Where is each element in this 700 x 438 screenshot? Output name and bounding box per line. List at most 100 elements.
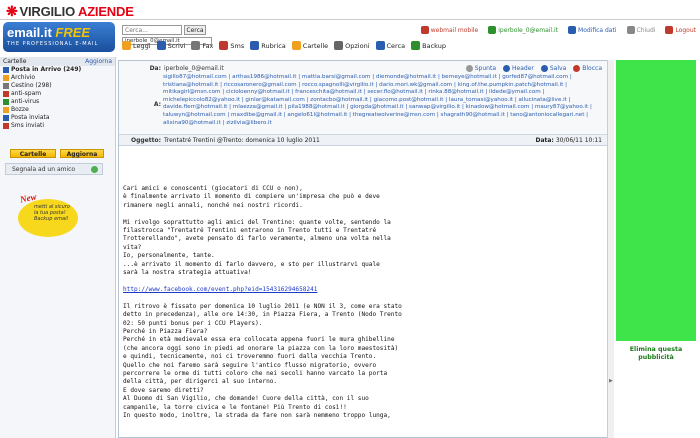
brand-logo[interactable]: ❋ VIRGILIO AZIENDE <box>6 3 134 20</box>
folder-icon <box>3 99 9 105</box>
toplink-user[interactable]: iperbole_0@email.it <box>488 26 558 34</box>
toolbar-label: Rubrica <box>261 41 286 50</box>
block-icon <box>573 65 581 72</box>
toolbar-sms-button[interactable]: Sms <box>219 41 244 50</box>
write-icon <box>156 41 166 50</box>
recipients-list[interactable]: sigillo87@hotmail.com | arthas1986@hotma… <box>163 74 605 132</box>
search-input[interactable] <box>122 25 182 35</box>
toplink-logout[interactable]: Logout <box>665 26 696 34</box>
folders-icon <box>291 41 301 50</box>
folder-icon <box>3 91 9 97</box>
toplink-label: Modifica dati <box>578 26 617 34</box>
date-field: Data: 30/06/11 10:11 <box>535 137 602 144</box>
add-icon <box>91 166 98 173</box>
event-link[interactable]: http://www.facebook.com/event.php?eid=15… <box>123 286 438 294</box>
folder-label: Cestino (298) <box>11 82 52 89</box>
folder-icon <box>3 67 9 73</box>
body-line: è finalmente arrivato il momento di comp… <box>123 193 380 201</box>
sidebar-folder[interactable]: Archivio <box>0 74 115 82</box>
sidebar-folder[interactable]: Sms inviati <box>0 122 115 130</box>
toolbar-cerca-button[interactable]: Cerca <box>375 41 406 50</box>
body-line: E dove saremo diretti? <box>123 386 204 394</box>
logo-tagline: THE PROFESSIONAL E-MAIL <box>7 41 99 47</box>
toolbar-rubrica-button[interactable]: Rubrica <box>250 41 286 50</box>
sidebar-folder[interactable]: anti-virus <box>0 98 115 106</box>
refresh-button[interactable]: Aggiorna <box>60 149 104 158</box>
remove-ad-link[interactable]: Elimina questa pubblicità <box>616 346 696 362</box>
sidebar-folder[interactable]: Posta in Arrivo (249) <box>0 66 115 74</box>
body-line: (che ancora oggi sono in piedi ad onorar… <box>123 344 399 352</box>
search-button[interactable]: Cerca <box>184 25 206 35</box>
action-label: Header <box>512 65 534 72</box>
toplink-label: iperbole_0@email.it <box>498 26 559 34</box>
body-line: Trotterellando", avete pensato di farlo … <box>123 235 391 243</box>
toolbar-cartelle-button[interactable]: Cartelle <box>291 41 328 50</box>
scroll-arrow-icon[interactable]: ▶ <box>609 378 613 384</box>
toolbar-fax-button[interactable]: Fax <box>191 41 213 50</box>
body-line: Io, personalmente, tante. <box>123 252 215 260</box>
message-actions: Spunta Header Salva Blocca <box>465 65 602 72</box>
toolbar-opzioni-button[interactable]: Opzioni <box>334 41 370 50</box>
toolbar-label: Opzioni <box>345 41 370 50</box>
date-value: 30/06/11 10:11 <box>555 137 602 144</box>
folders-header: Cartelle Aggiorna <box>0 57 115 66</box>
spunta-button[interactable]: Spunta <box>465 65 496 72</box>
sidebar-folder[interactable]: Cestino (298) <box>0 82 115 90</box>
toolbar-label: Scrivi <box>167 41 186 50</box>
read-icon <box>122 41 131 50</box>
body-line: Mi rivolgo soprattutto agli amici del Tr… <box>123 218 391 226</box>
emailit-logo[interactable]: email.it FREE THE PROFESSIONAL E-MAIL <box>3 22 115 52</box>
toolbar-label: Backup <box>422 41 446 50</box>
body-line: vita? <box>123 243 142 251</box>
folders-refresh-link[interactable]: Aggiorna <box>85 57 112 66</box>
folder-label: anti-spam <box>11 90 42 97</box>
folders-title: Cartelle <box>3 58 27 65</box>
blocca-button[interactable]: Blocca <box>573 65 602 72</box>
salva-button[interactable]: Salva <box>540 65 567 72</box>
toolbar-label: Sms <box>230 41 245 50</box>
folders-button[interactable]: Cartelle <box>10 149 56 158</box>
body-line: sarà la nostra strategia attuativa! <box>123 269 252 277</box>
body-line: Perché in età medievale essa era colloca… <box>123 336 395 344</box>
phone-icon <box>420 26 429 34</box>
message-scrollbar[interactable]: ▶ <box>607 60 614 438</box>
folder-icon <box>3 75 9 81</box>
message-body: Cari amici e conoscenti (giocatori di CC… <box>123 185 438 420</box>
virgilio-mark-icon: ❋ <box>6 3 18 19</box>
toplink-close[interactable]: Chiudi <box>626 26 655 34</box>
top-bar: ❋ VIRGILIO AZIENDE <box>0 0 700 20</box>
folder-icon <box>3 115 9 121</box>
search-icon <box>375 41 385 50</box>
sidebar-folder[interactable]: anti-spam <box>0 90 115 98</box>
toolbar-backup-button[interactable]: Backup <box>411 41 446 50</box>
sidebar-folder[interactable]: Bozze <box>0 106 115 114</box>
action-label: Blocca <box>582 65 602 72</box>
subject-value: Trentatré Trentini @Trento: domenica 10 … <box>164 137 320 144</box>
date-label: Data: <box>535 137 554 144</box>
recommend-friend-button[interactable]: Segnala ad un amico <box>5 163 103 175</box>
body-line: detto in precedenza), alle ore 14:30, in… <box>123 311 402 319</box>
top-links: webmail mobile iperbole_0@email.it Modific… <box>420 26 696 34</box>
user-icon <box>488 26 497 34</box>
from-value[interactable]: iperbole_0@email.it <box>164 65 224 72</box>
header-button[interactable]: Header <box>503 65 534 72</box>
toolbar-leggi-button[interactable]: Leggi <box>122 41 151 50</box>
sidebar-folder[interactable]: Posta inviata <box>0 114 115 122</box>
toolbar: Leggi Scrivi Fax Sms Rubrica Cartelle Opzioni C… <box>122 41 446 50</box>
toplink-edit[interactable]: Modifica dati <box>568 26 617 34</box>
toolbar-scrivi-button[interactable]: Scrivi <box>156 41 186 50</box>
body-line <box>123 210 438 218</box>
backup-icon <box>411 41 421 50</box>
addressbook-icon <box>250 41 260 50</box>
backup-promo[interactable]: New metti al sicuro la tua posta! Backup… <box>8 191 100 239</box>
info-icon <box>503 65 511 72</box>
toolbar-label: Leggi <box>133 41 151 50</box>
toplink-phone[interactable]: webmail mobile <box>420 26 478 34</box>
body-line: rimanere negli annali, nonché nei nostri… <box>123 201 303 209</box>
subject-label: Oggetto: <box>130 137 161 144</box>
toolbar-label: Cerca <box>386 41 406 50</box>
action-label: Salva <box>549 65 567 72</box>
folder-label: Posta in Arrivo (249) <box>11 66 82 73</box>
folder-label: anti-virus <box>11 98 40 105</box>
ad-banner[interactable] <box>616 60 696 341</box>
